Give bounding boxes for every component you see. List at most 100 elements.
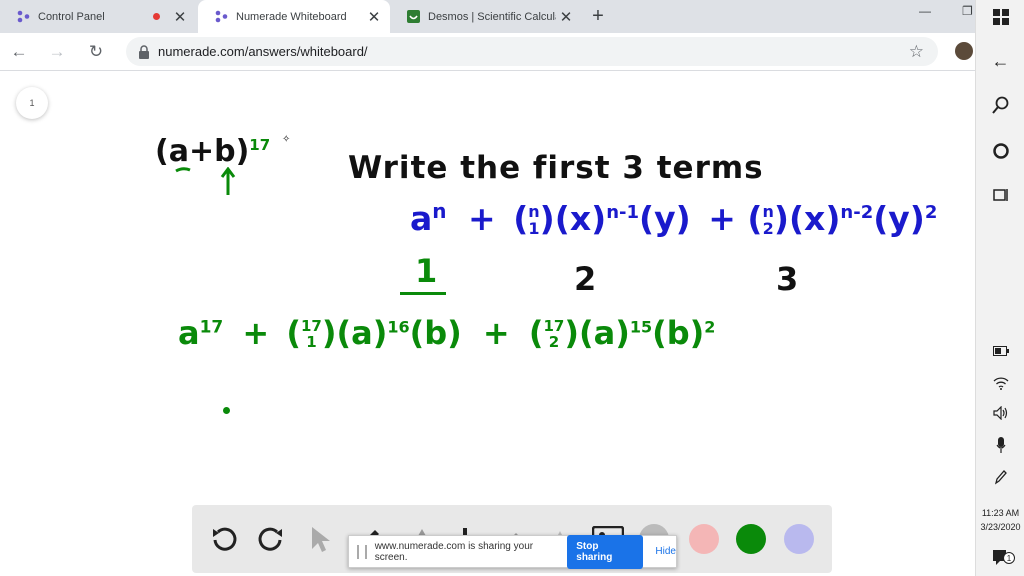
cortana-icon[interactable] — [976, 140, 1024, 162]
tab-control-panel[interactable]: Control Panel ✕ — [0, 0, 196, 33]
color-swatch-pink[interactable] — [689, 524, 719, 554]
tab-title: Desmos | Scientific Calculator — [428, 10, 556, 23]
tab-title: Control Panel — [38, 10, 105, 23]
lock-icon — [138, 44, 150, 59]
volume-icon[interactable] — [976, 404, 1024, 422]
answer-b-1: (b) — [409, 314, 462, 352]
formula-term-1: a — [410, 199, 433, 238]
answer-b-2: (b) — [652, 314, 705, 352]
formula-binom-2: n2 — [762, 201, 774, 238]
whiteboard-canvas[interactable]: 1 (a+b)17 ✧ Write the first 3 terms an +… — [0, 71, 975, 576]
select-pointer-icon[interactable] — [304, 523, 336, 555]
tab-numerade-whiteboard[interactable]: Numerade Whiteboard ✕ — [198, 0, 390, 33]
windows-start-icon[interactable] — [976, 6, 1024, 28]
binomial-formula: an + (n 1)(x)n-1(y) + (n 2)(x)n-2(y)2 — [410, 199, 938, 238]
tab-title: Numerade Whiteboard — [236, 10, 347, 23]
answer-term-1: a — [178, 314, 200, 352]
taskbar-time[interactable]: 11:23 AM — [976, 508, 1024, 518]
undo-icon[interactable] — [208, 523, 240, 555]
answer-a-2: (a) — [578, 314, 630, 352]
answer-a-1: (a) — [336, 314, 388, 352]
close-tab-icon[interactable]: ✕ — [556, 7, 576, 27]
browser-toolbar: ← → ↻ numerade.com/answers/whiteboard/ ☆ — [0, 33, 975, 71]
profile-avatar[interactable] — [955, 42, 973, 60]
screen: Control Panel ✕ Numerade Whiteboard ✕ De… — [0, 0, 1024, 576]
term-number-2: 2 — [574, 260, 597, 298]
formula-y-2: (y) — [873, 199, 925, 238]
formula-x-1-exponent: n-1 — [606, 202, 640, 223]
desmos-favicon-icon — [406, 10, 420, 24]
minimize-icon[interactable]: — — [919, 4, 931, 18]
notification-icon[interactable]: 1 — [976, 546, 1024, 568]
taskbar-date[interactable]: 3/23/2020 — [976, 522, 1024, 532]
back-arrow-icon[interactable]: ← — [976, 50, 1024, 72]
problem-expression: (a+b)17 — [155, 137, 270, 167]
microphone-icon[interactable] — [976, 436, 1024, 454]
bookmark-star-icon[interactable]: ☆ — [909, 42, 924, 62]
binom-top: n — [528, 201, 540, 221]
address-bar[interactable]: numerade.com/answers/whiteboard/ ☆ — [126, 37, 938, 66]
page-number-badge[interactable]: 1 — [16, 87, 48, 119]
notification-count-badge: 1 — [1003, 552, 1015, 564]
formula-binom-1: n1 — [528, 201, 540, 238]
screen-share-bar: www.numerade.com is sharing your screen.… — [348, 534, 677, 569]
numerade-favicon-icon — [214, 10, 228, 24]
stop-sharing-button[interactable]: Stop sharing — [567, 534, 644, 569]
new-tab-button[interactable]: + — [588, 5, 608, 27]
binom-bottom: 1 — [528, 218, 540, 238]
restore-window-icon[interactable]: ❐ — [962, 4, 973, 18]
formula-y-2-exponent: 2 — [924, 202, 938, 223]
share-message: www.numerade.com is sharing your screen. — [374, 540, 534, 563]
binom-top: n — [762, 201, 774, 221]
answer-a-1-exponent: 16 — [387, 317, 410, 337]
formula-term-1-exponent: n — [432, 199, 447, 223]
wifi-icon[interactable] — [976, 374, 1024, 392]
tab-desmos[interactable]: Desmos | Scientific Calculator ✕ — [390, 0, 582, 33]
answer-binom-1: 17 1 — [301, 318, 322, 351]
tab-strip: Control Panel ✕ Numerade Whiteboard ✕ De… — [0, 0, 975, 33]
formula-x-2-exponent: n-2 — [840, 202, 874, 223]
close-tab-icon[interactable]: ✕ — [364, 7, 384, 27]
formula-y-1: (y) — [639, 199, 691, 238]
color-swatch-green[interactable] — [736, 524, 766, 554]
close-tab-icon[interactable]: ✕ — [170, 7, 190, 27]
task-view-icon[interactable] — [976, 184, 1024, 206]
answer-plus-2: + — [482, 314, 510, 352]
instruction-text: Write the first 3 terms — [348, 150, 764, 186]
problem-base: (a+b) — [155, 134, 250, 169]
redo-icon[interactable] — [255, 523, 287, 555]
pen-menu-icon[interactable] — [976, 468, 1024, 486]
formula-x-2: (x) — [788, 199, 841, 238]
formula-x-1: (x) — [554, 199, 607, 238]
numerade-favicon-icon — [16, 10, 30, 24]
term-number-3: 3 — [776, 260, 799, 298]
ink-dot — [223, 407, 230, 414]
answer-b-2-exponent: 2 — [704, 317, 716, 337]
windows-taskbar: ← 11:23 AM 3/23/2020 1 — [975, 0, 1024, 576]
recording-indicator-icon — [153, 13, 160, 20]
binom-bottom: 2 — [548, 333, 560, 351]
search-icon[interactable] — [976, 94, 1024, 116]
binom-bottom: 2 — [762, 218, 774, 238]
problem-exponent: 17 — [249, 136, 271, 154]
answer-plus-1: + — [242, 314, 270, 352]
binom-bottom: 1 — [306, 333, 317, 351]
battery-icon[interactable] — [976, 342, 1024, 360]
color-swatch-lavender[interactable] — [784, 524, 814, 554]
formula-plus-2: + — [708, 199, 736, 238]
answer-expression: a17 + (17 1)(a)16(b) + (17 2)(a)15(b)2 — [178, 314, 716, 352]
term-number-1: 1 — [415, 252, 438, 290]
cursor-mark: ✧ — [282, 134, 291, 145]
problem-annotations — [175, 167, 236, 195]
reload-icon[interactable]: ↻ — [85, 41, 107, 63]
term-1-underline — [400, 292, 446, 295]
url-text: numerade.com/answers/whiteboard/ — [158, 44, 368, 59]
formula-plus-1: + — [468, 199, 496, 238]
forward-icon[interactable]: → — [46, 41, 68, 63]
pause-icon — [357, 544, 367, 559]
back-icon[interactable]: ← — [8, 41, 30, 63]
answer-a-2-exponent: 15 — [629, 317, 653, 337]
hide-button[interactable]: Hide — [655, 546, 676, 557]
answer-term-1-exponent: 17 — [199, 317, 224, 338]
answer-binom-2: 17 2 — [543, 318, 564, 351]
